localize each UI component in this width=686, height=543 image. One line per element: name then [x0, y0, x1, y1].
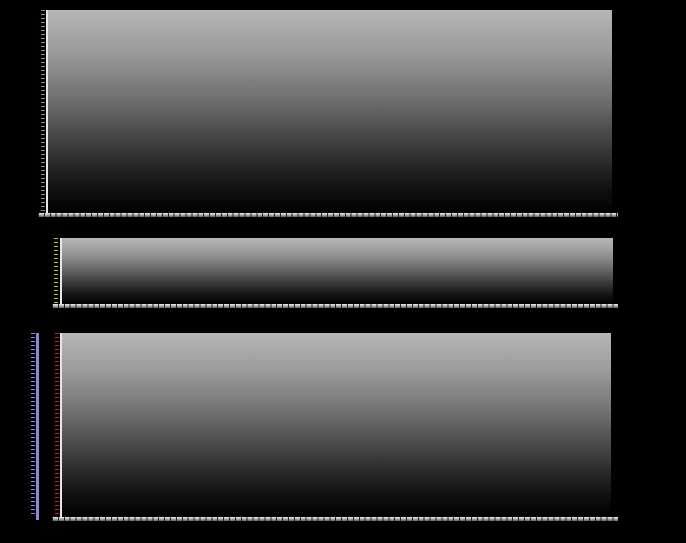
direction-plot-x-axis-bar — [52, 304, 618, 308]
wind-plot-x-axis-bar — [38, 213, 618, 217]
humidity-axis-line — [36, 333, 39, 520]
humidity-temperature-plot — [60, 333, 611, 517]
wind-direction-plot — [60, 238, 613, 304]
humidity-axis-minor-ticks — [31, 333, 35, 517]
rain-axis-minor-ticks — [55, 333, 59, 517]
weather-24h-graph-screen — [0, 0, 686, 543]
wind-axis-minor-ticks — [41, 10, 45, 213]
wind-speed-pressure-plot — [46, 10, 612, 213]
direction-axis-minor-ticks — [54, 238, 58, 304]
bottom-plot-x-axis-bar — [52, 517, 618, 521]
